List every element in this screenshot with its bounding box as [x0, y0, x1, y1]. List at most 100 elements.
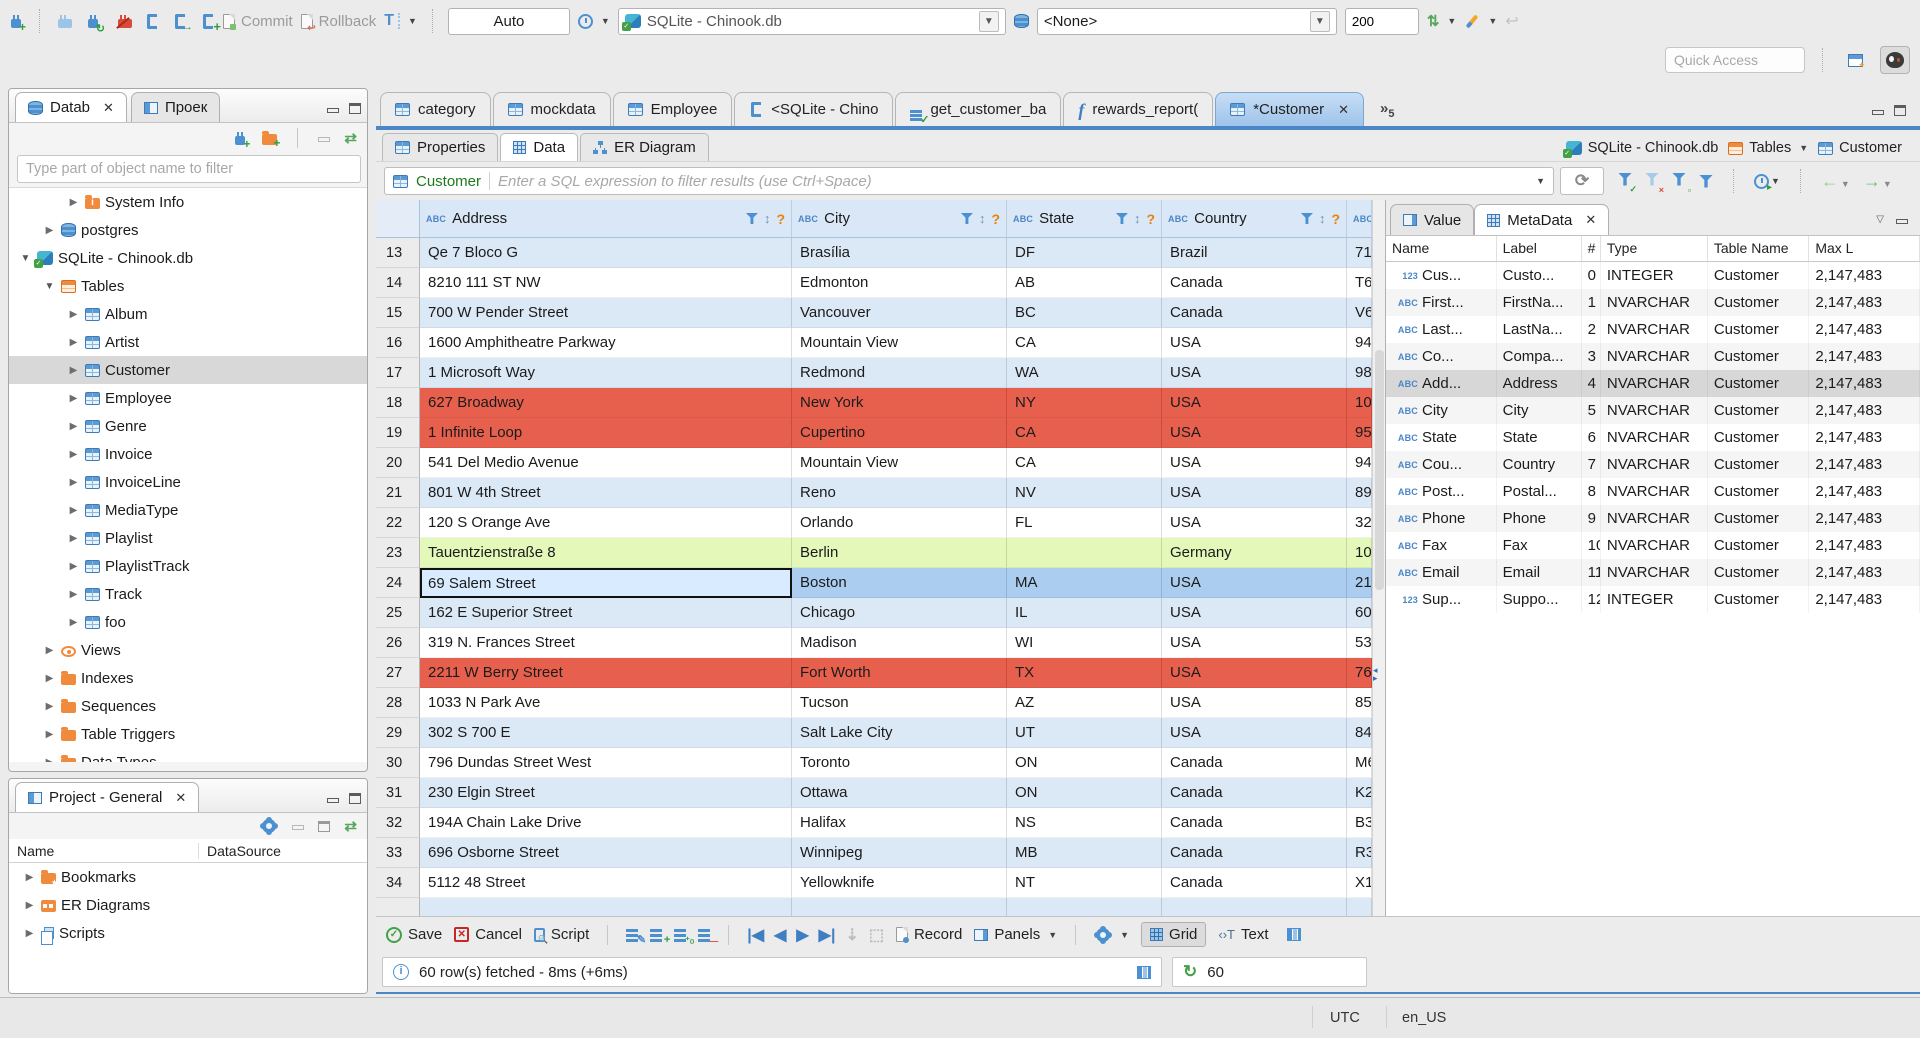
grid-cell[interactable]: Berlin [792, 538, 1007, 568]
commit-button[interactable]: Commit [223, 13, 293, 30]
meta-label-cell[interactable]: Postal... [1497, 478, 1582, 505]
editor-tab-category[interactable]: category [380, 92, 491, 126]
text-view-button[interactable]: ‹›T Text [1218, 926, 1268, 943]
close-icon[interactable]: ✕ [103, 100, 114, 116]
tree-item-track[interactable]: ▶ Track [9, 580, 367, 608]
meta-column-max-l[interactable]: Max L [1809, 236, 1920, 261]
grid-cell[interactable]: V6 [1347, 298, 1372, 328]
grid-cell[interactable]: USA [1162, 598, 1347, 628]
collapsed-arrow-icon[interactable]: ▶ [67, 533, 80, 544]
chevron-down-icon[interactable]: ▼ [1536, 176, 1545, 186]
grid-cell[interactable]: 94 [1347, 448, 1372, 478]
meta-max-length-cell[interactable]: 2,147,483 [1809, 289, 1920, 316]
undo-icon[interactable]: ↩ [1505, 11, 1518, 31]
tree-item-artist[interactable]: ▶ Artist [9, 328, 367, 356]
remove-filter-icon[interactable]: × [1645, 172, 1664, 195]
column-help-icon[interactable]: ? [991, 211, 1000, 227]
meta-ordinal-cell[interactable]: 5 [1582, 397, 1601, 424]
tree-item-postgres[interactable]: ▶ postgres [9, 216, 367, 244]
meta-table-cell[interactable]: Customer [1708, 262, 1810, 289]
meta-table-cell[interactable]: Customer [1708, 559, 1810, 586]
scrollbar-thumb[interactable] [1375, 350, 1384, 590]
refresh-results-button[interactable]: ⟳ [1560, 167, 1604, 195]
meta-name-cell[interactable]: ABC Co... [1386, 343, 1497, 370]
sql-filter-input[interactable] [498, 172, 1527, 190]
meta-row-email[interactable]: ABCEmailEmail11NVARCHARCustomer2,147,483 [1386, 559, 1920, 586]
grid-cell[interactable]: 194A Chain Lake Drive [420, 808, 792, 838]
row-number-cell[interactable]: 33 [376, 838, 420, 868]
sort-icon[interactable]: ↕ [979, 211, 986, 226]
grid-cell[interactable]: 796 Dundas Street West [420, 748, 792, 778]
meta-ordinal-cell[interactable]: 3 [1582, 343, 1601, 370]
meta-max-length-cell[interactable]: 2,147,483 [1809, 559, 1920, 586]
meta-row-phone[interactable]: ABC Phone Phone 9 NVARCHAR Customer 2,147,483 [1386, 505, 1920, 532]
collapsed-arrow-icon[interactable]: ▶ [43, 757, 56, 763]
meta-type-cell[interactable]: NVARCHAR [1601, 289, 1708, 316]
meta-row-country[interactable]: ABC Cou... Country 7 NVARCHAR Customer 2,147,4… [1386, 451, 1920, 478]
grid-cell[interactable]: Canada [1162, 778, 1347, 808]
column-name[interactable]: Name [9, 842, 199, 859]
meta-column-table-name[interactable]: Table Name [1708, 236, 1810, 261]
editor-tab--customer[interactable]: *Customer ✕ [1215, 92, 1364, 126]
meta-table-cell[interactable]: Customer [1708, 505, 1810, 532]
auto-refresh-button[interactable]: ▼ [1754, 173, 1780, 193]
collapse-all-icon[interactable] [318, 133, 331, 143]
meta-max-length-cell[interactable]: 2,147,483 [1809, 262, 1920, 289]
grid-cell[interactable]: Brazil [1162, 238, 1347, 268]
transaction-log-button[interactable]: T ▼ [384, 13, 417, 29]
tree-item-genre[interactable]: ▶ Genre [9, 412, 367, 440]
cancel-button[interactable]: ✕ Cancel [454, 926, 522, 943]
grid-cell[interactable]: Vancouver [792, 298, 1007, 328]
meta-name-cell[interactable]: ABC State [1386, 424, 1497, 451]
minimize-icon[interactable] [1896, 215, 1908, 225]
collapsed-arrow-icon[interactable]: ▶ [43, 729, 56, 740]
meta-type-cell[interactable]: NVARCHAR [1601, 559, 1708, 586]
subtab-er-diagram[interactable]: ER Diagram [580, 133, 709, 161]
tree-item-playlisttrack[interactable]: ▶ PlaylistTrack [9, 552, 367, 580]
breadcrumb-item-tables[interactable]: Tables ▼ [1728, 140, 1808, 156]
collapsed-arrow-icon[interactable]: ▶ [23, 900, 36, 911]
grid-cell[interactable]: AZ [1007, 688, 1162, 718]
grid-cell[interactable]: DF [1007, 238, 1162, 268]
tree-item-views[interactable]: ▶ Views [9, 636, 367, 664]
tree-item-table-triggers[interactable]: ▶ Table Triggers [9, 720, 367, 748]
link-editor-icon[interactable]: ⇄ [344, 817, 357, 835]
tab-value[interactable]: Value [1390, 204, 1475, 235]
tree-item-invoiceline[interactable]: ▶ InvoiceLine [9, 468, 367, 496]
meta-label-cell[interactable]: Email [1497, 559, 1582, 586]
column-header-country[interactable]: ABC Country ↕? [1162, 200, 1347, 237]
row-number-cell[interactable]: 22 [376, 508, 420, 538]
row-number-cell[interactable]: 24 [376, 568, 420, 598]
sql-editor-icon[interactable] [147, 13, 157, 29]
meta-table-cell[interactable]: Customer [1708, 316, 1810, 343]
grid-cell[interactable]: 98 [1347, 358, 1372, 388]
grid-cell[interactable]: USA [1162, 478, 1347, 508]
meta-row-state[interactable]: ABC State State 6 NVARCHAR Customer 2,147,483 [1386, 424, 1920, 451]
breadcrumb-item-customer[interactable]: Customer [1818, 140, 1902, 156]
new-sql-editor-icon[interactable] [203, 13, 221, 34]
grid-corner-cell[interactable] [376, 200, 420, 237]
grid-cell[interactable]: USA [1162, 688, 1347, 718]
editor-tab-mockdata[interactable]: mockdata [492, 92, 611, 126]
meta-max-length-cell[interactable]: 2,147,483 [1809, 532, 1920, 559]
close-icon[interactable]: ✕ [1585, 212, 1596, 228]
meta-table-cell[interactable]: Customer [1708, 343, 1810, 370]
grid-cell[interactable]: MA [1007, 568, 1162, 598]
record-button[interactable]: Record [895, 926, 962, 943]
grid-cell[interactable]: 230 Elgin Street [420, 778, 792, 808]
expanded-arrow-icon[interactable]: ▼ [19, 253, 32, 264]
grid-cell[interactable]: 53 [1347, 628, 1372, 658]
meta-row-firstna-[interactable]: ABC First... FirstNa... 1 NVARCHAR Customer 2,… [1386, 289, 1920, 316]
grid-settings-button[interactable]: ▼ [1094, 927, 1129, 942]
row-number-cell[interactable]: 13 [376, 238, 420, 268]
go-to-row-icon[interactable]: ⇣ [845, 925, 858, 945]
tree-item-indexes[interactable]: ▶ Indexes [9, 664, 367, 692]
project-item-bookmarks[interactable]: ▶ Bookmarks [9, 863, 367, 891]
breadcrumb-item-sqlite-chinook-db[interactable]: SQLite - Chinook.db [1562, 140, 1718, 158]
meta-max-length-cell[interactable]: 2,147,483 [1809, 586, 1920, 613]
meta-ordinal-cell[interactable]: 8 [1582, 478, 1601, 505]
meta-name-cell[interactable]: ABC First... [1386, 289, 1497, 316]
collapsed-arrow-icon[interactable]: ▶ [67, 393, 80, 404]
column-datasource[interactable]: DataSource [199, 843, 281, 859]
meta-table-cell[interactable]: Customer [1708, 289, 1810, 316]
